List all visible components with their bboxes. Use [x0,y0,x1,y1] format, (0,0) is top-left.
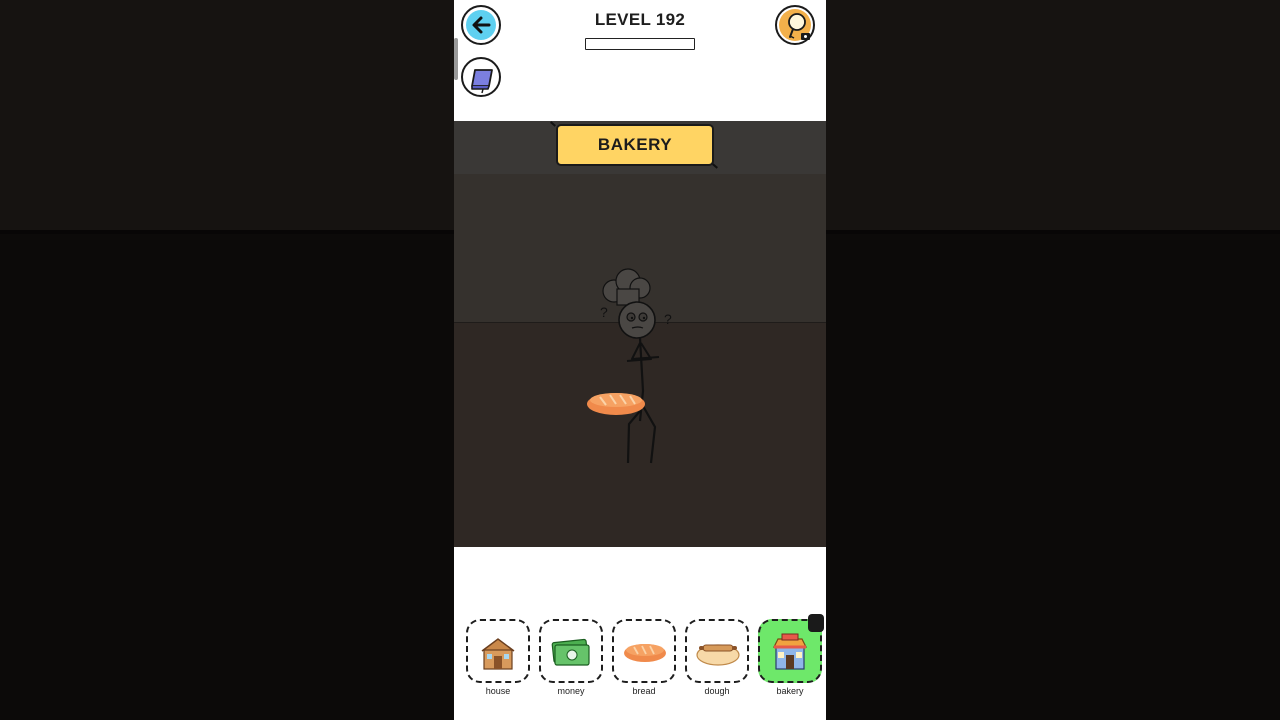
item-label: dough [704,686,730,696]
book-icon [471,69,493,94]
held-bread-icon [587,393,645,415]
level-book-button[interactable] [461,57,501,97]
level-title: LEVEL 192 [594,10,686,29]
item-label: money [557,686,585,696]
item-lock-badge [808,614,824,632]
question-mark-left: ? [600,304,608,320]
game-scene: BAKERY ? ? [454,121,826,547]
item-house[interactable]: house [466,619,530,704]
item-label: bakery [776,686,804,696]
item-box[interactable] [685,619,749,683]
item-label: house [485,686,511,696]
hint-button[interactable] [775,5,815,45]
game-screen: LEVEL 192 BAKERY ? ? house money bread d… [454,0,826,720]
item-choice-bar: house money bread dough bakery [454,610,826,720]
level-progress-bar [585,38,695,50]
item-bread[interactable]: bread [612,619,676,704]
chef-stickman-icon[interactable] [454,121,826,547]
house-icon [481,638,515,670]
item-dough[interactable]: dough [685,619,749,704]
item-bakery[interactable]: bakery [758,614,824,704]
item-box[interactable] [612,619,676,683]
chef-hat-icon [602,268,651,306]
bread-icon [624,644,666,662]
side-handle [454,38,458,80]
item-money[interactable]: money [539,619,603,704]
dough-icon [696,644,740,666]
item-box[interactable] [466,619,530,683]
lightbulb-icon [779,9,811,41]
item-box[interactable] [539,619,603,683]
question-mark-right: ? [664,311,672,327]
money-icon [551,638,590,666]
item-label: bread [632,686,656,696]
